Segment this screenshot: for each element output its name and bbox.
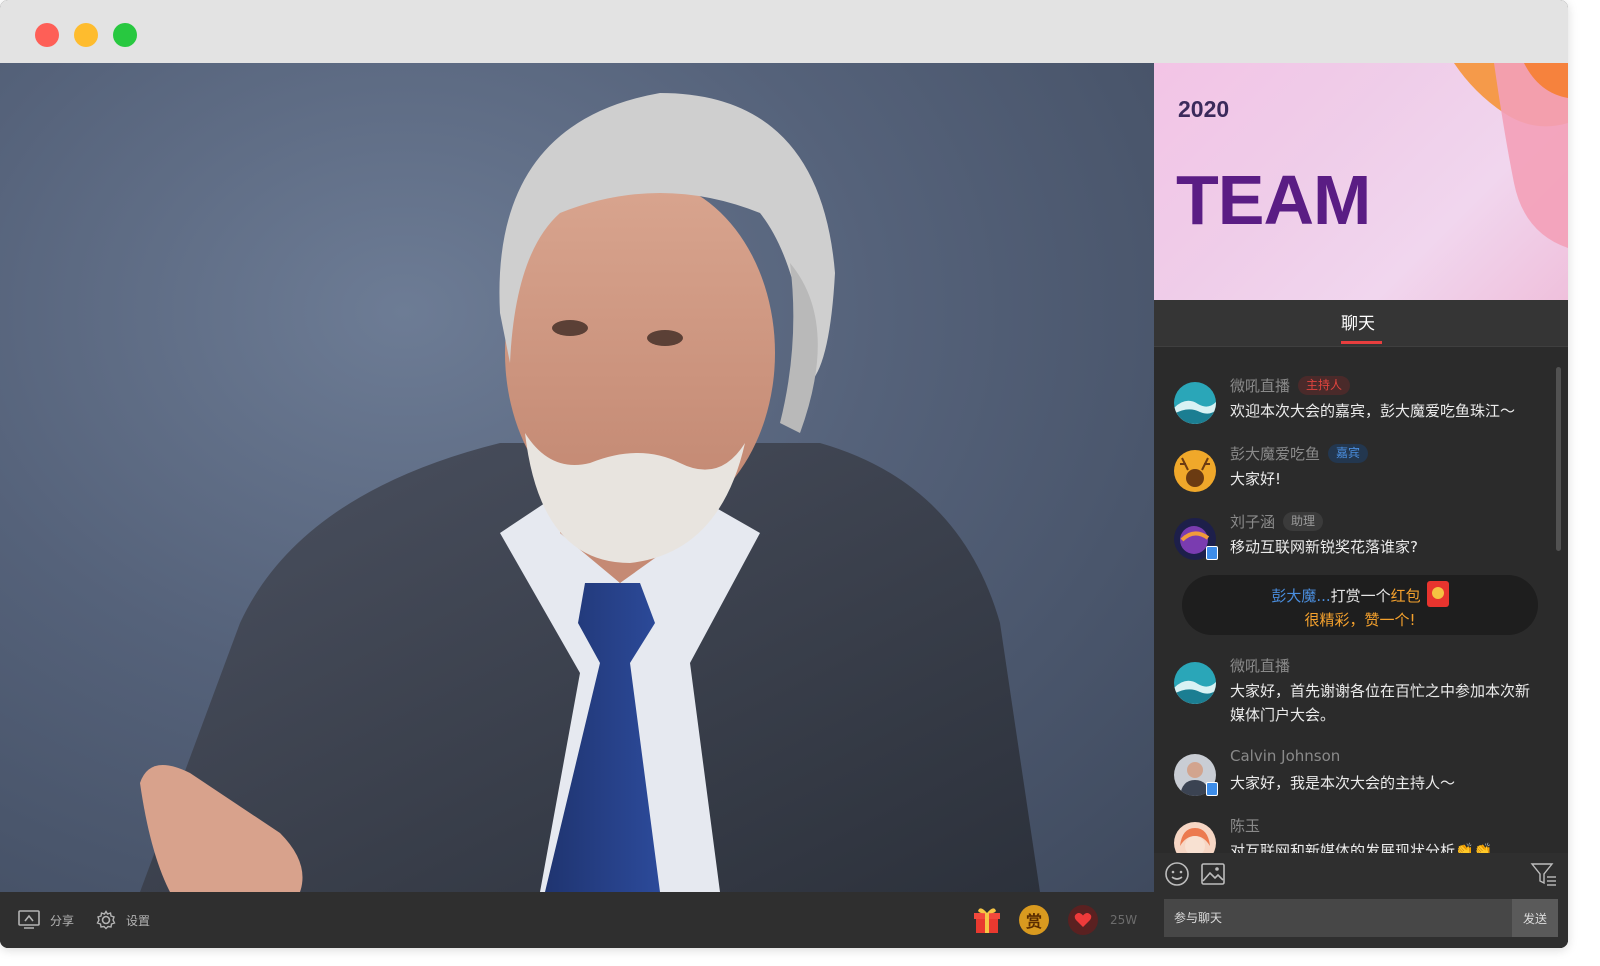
gear-icon [96,910,116,930]
gift-icon [974,908,1000,933]
reward-notification: 彭大魔...打赏一个红包 很精彩，赞一个! [1182,575,1538,635]
sender-name: 陈玉 [1230,817,1261,835]
sender-name: 微吼直播 [1230,377,1291,395]
message-text: 大家好! [1230,470,1282,488]
live-video-stream[interactable] [0,63,1154,892]
maximize-window-button[interactable] [113,23,137,47]
reward-item: 红包 [1390,587,1421,605]
sender-name: Calvin Johnson [1230,747,1341,765]
image-icon[interactable] [1200,861,1226,887]
heart-icon [1068,905,1098,935]
tab-chat[interactable]: 聊天 [1341,309,1375,334]
reward-icon-char: 赏 [1025,912,1042,931]
chat-message: 微吼直播 主持人 欢迎本次大会的嘉宾，彭大魔爱吃鱼珠江～ [1174,375,1554,425]
banner-title: TEAM [1176,161,1371,239]
chat-message: 陈玉 对互联网和新媒体的发展现状分析👏👏 [1174,815,1554,853]
message-text: 大家好，我是本次大会的主持人～ [1230,774,1456,792]
share-button[interactable]: 分享 [18,892,74,948]
title-bar [0,0,1568,63]
send-button[interactable]: 发送 [1512,899,1558,937]
girl-avatar-image [1174,822,1216,853]
sender-name: 彭大魔爱吃鱼 [1230,445,1321,463]
settings-label: 设置 [126,913,151,928]
message-sender: 微吼直播 主持人 [1230,375,1351,396]
reward-icon: 赏 [1019,905,1049,935]
mobile-device-icon [1206,782,1218,796]
like-count: 25W [1110,913,1138,927]
avatar [1174,450,1216,492]
avatar [1174,662,1216,704]
chat-message-list[interactable]: 微吼直播 主持人 欢迎本次大会的嘉宾，彭大魔爱吃鱼珠江～ 彭大魔爱吃鱼 嘉宾 大家好… [1154,347,1568,853]
sender-name: 刘子涵 [1230,513,1276,531]
message-text: 欢迎本次大会的嘉宾，彭大魔爱吃鱼珠江～ [1230,402,1516,420]
red-envelope-icon [1426,581,1449,607]
wave-avatar-image [1174,662,1216,704]
heart-shape [1074,913,1092,927]
video-control-bar: 分享 设置 赏 25W [0,892,1154,948]
reward-button[interactable]: 赏 [1019,892,1049,948]
chat-message: 微吼直播 大家好，首先谢谢各位在百忙之中参加本次新媒体门户大会。 [1174,655,1554,729]
deer-avatar-image [1174,450,1216,492]
active-tab-indicator [1341,341,1382,344]
share-screen-icon [18,910,40,929]
host-badge: 主持人 [1298,376,1351,395]
event-banner: 2020 TEAM [1154,63,1568,300]
message-sender: 刘子涵 助理 [1230,511,1324,532]
chat-message: 彭大魔爱吃鱼 嘉宾 大家好! [1174,443,1554,493]
settings-button[interactable]: 设置 [96,892,150,948]
guest-badge: 嘉宾 [1328,444,1369,463]
chat-scrollbar[interactable] [1556,367,1561,551]
chat-message: Calvin Johnson 大家好，我是本次大会的主持人～ [1174,747,1554,797]
message-text: 移动互联网新锐奖花落谁家? [1230,538,1418,556]
minimize-window-button[interactable] [74,23,98,47]
presenter-video-image [140,93,1040,892]
like-button[interactable]: 25W [1068,892,1137,948]
filter-icon[interactable] [1530,861,1558,887]
message-sender: 微吼直播 [1230,655,1290,676]
reward-line: 彭大魔...打赏一个红包 [1182,581,1538,608]
avatar [1174,382,1216,424]
tab-bar: 聊天 [1154,300,1568,347]
reward-action: 打赏一个 [1330,587,1391,605]
message-sender: Calvin Johnson [1230,747,1340,765]
avatar [1174,822,1216,853]
gift-button[interactable] [972,892,1002,948]
banner-year: 2020 [1178,96,1230,122]
emoji-icon[interactable] [1164,861,1190,887]
reward-comment: 很精彩，赞一个! [1304,611,1416,629]
sender-name: 微吼直播 [1230,657,1291,675]
close-window-button[interactable] [35,23,59,47]
app-window: 分享 设置 赏 25W 2020 TEAM 聊天 微吼直播 主持人 欢迎本次大会… [0,0,1568,948]
chat-message: 刘子涵 助理 移动互联网新锐奖花落谁家? [1174,511,1554,561]
message-sender: 陈玉 [1230,815,1260,836]
share-label: 分享 [50,913,75,928]
wave-avatar-image [1174,382,1216,424]
message-sender: 彭大魔爱吃鱼 嘉宾 [1230,443,1369,464]
chat-sidebar: 2020 TEAM 聊天 微吼直播 主持人 欢迎本次大会的嘉宾，彭大魔爱吃鱼珠江… [1154,63,1568,948]
chat-input[interactable] [1164,899,1512,937]
reward-user: 彭大魔... [1271,587,1331,605]
message-text: 大家好，首先谢谢各位在百忙之中参加本次新媒体门户大会。 [1230,682,1531,724]
assistant-badge: 助理 [1283,512,1324,531]
message-text: 对互联网和新媒体的发展现状分析👏👏 [1230,842,1493,853]
chat-input-area: 发送 [1154,853,1568,948]
mobile-device-icon [1206,546,1218,560]
